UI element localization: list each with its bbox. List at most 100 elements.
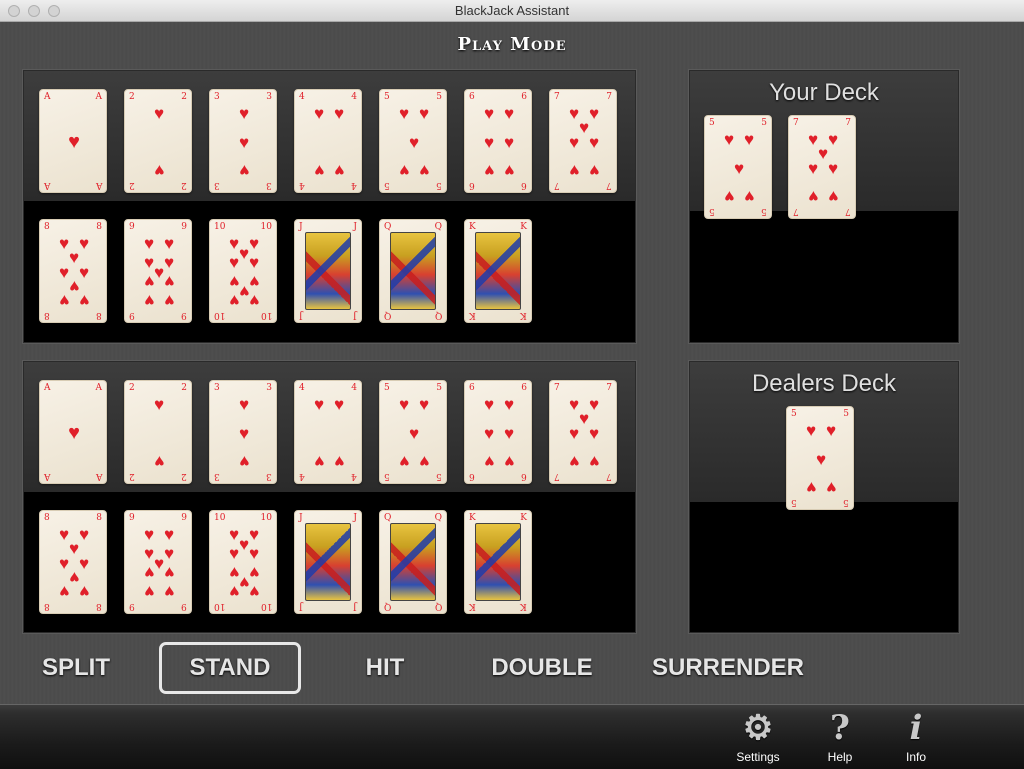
playing-card-2-of-hearts[interactable]: 2 2 2 2 ♥ ♥ [124, 89, 192, 193]
heart-pip-icon: ♥ [815, 449, 827, 469]
card-rank: 5 [436, 92, 442, 102]
split-button[interactable]: SPLIT [30, 642, 122, 694]
heart-pip-icon: ♥ [418, 161, 430, 181]
settings-button[interactable]: ⚙ Settings [731, 708, 785, 766]
card-rank: 3 [214, 180, 220, 190]
playing-card-8-of-hearts[interactable]: 8 8 8 8 ♥ ♥ ♥ ♥ ♥ ♥ ♥ ♥ [39, 219, 107, 323]
playing-card-6-of-hearts[interactable]: 6 6 6 6 ♥ ♥ ♥ ♥ ♥ ♥ [464, 380, 532, 484]
playing-card-9-of-hearts[interactable]: 9 9 9 9 ♥ ♥ ♥ ♥ ♥ ♥ ♥ ♥ ♥ [124, 510, 192, 614]
playing-card-q-of-hearts[interactable]: Q Q Q Q [379, 510, 447, 614]
playing-card-a-of-hearts[interactable]: A A A A ♥ [39, 89, 107, 193]
player-card-selector: A A A A ♥ 2 2 2 2 ♥ ♥ 3 3 3 3 ♥ ♥ ♥ 4 4 4 4 ♥ ♥ ♥ ♥ 5 5 5 5 ♥ ♥ ♥ ♥ ♥ 6 6 6 6 ♥… [23, 70, 636, 343]
heart-pip-icon: ♥ [568, 423, 580, 443]
heart-pip-icon: ♥ [503, 103, 515, 123]
heart-pip-icon: ♥ [588, 161, 600, 181]
card-rank: A [95, 92, 103, 102]
playing-card-2-of-hearts[interactable]: 2 2 2 2 ♥ ♥ [124, 380, 192, 484]
playing-card-8-of-hearts[interactable]: 8 8 8 8 ♥ ♥ ♥ ♥ ♥ ♥ ♥ ♥ [39, 510, 107, 614]
heart-pip-icon: ♥ [503, 161, 515, 181]
card-rank: A [44, 180, 51, 190]
playing-card-9-of-hearts[interactable]: 9 9 9 9 ♥ ♥ ♥ ♥ ♥ ♥ ♥ ♥ ♥ [124, 219, 192, 323]
playing-card-j-of-hearts[interactable]: J J J J [294, 219, 362, 323]
playing-card-3-of-hearts[interactable]: 3 3 3 3 ♥ ♥ ♥ [209, 89, 277, 193]
card-rank: Q [434, 222, 442, 232]
heart-pip-icon: ♥ [248, 291, 260, 311]
card-rank: K [469, 513, 476, 523]
card-rank: 3 [214, 383, 220, 393]
playing-card-k-of-hearts[interactable]: K K K K [464, 510, 532, 614]
face-card-art [305, 523, 351, 601]
playing-card-10-of-hearts[interactable]: 10 10 10 10 ♥ ♥ ♥ ♥ ♥ ♥ ♥ ♥ ♥ ♥ [209, 219, 277, 323]
heart-pip-icon: ♥ [588, 452, 600, 472]
playing-card-3-of-hearts[interactable]: 3 3 3 3 ♥ ♥ ♥ [209, 380, 277, 484]
help-button[interactable]: ? Help [813, 708, 867, 766]
playing-card-a-of-hearts[interactable]: A A A A ♥ [39, 380, 107, 484]
heart-pip-icon: ♥ [58, 582, 70, 602]
bottom-toolbar [0, 704, 1024, 769]
heart-pip-icon: ♥ [483, 394, 495, 414]
card-rank: 10 [214, 601, 226, 611]
playing-card-q-of-hearts[interactable]: Q Q Q Q [379, 219, 447, 323]
heart-pip-icon: ♥ [827, 187, 839, 207]
playing-card-5-of-hearts[interactable]: 5 5 5 5 ♥ ♥ ♥ ♥ ♥ [379, 380, 447, 484]
playing-card-10-of-hearts[interactable]: 10 10 10 10 ♥ ♥ ♥ ♥ ♥ ♥ ♥ ♥ ♥ ♥ [209, 510, 277, 614]
heart-pip-icon: ♥ [78, 582, 90, 602]
card-rank: 7 [554, 92, 560, 102]
card-rank: K [520, 222, 527, 232]
card-rank: 7 [606, 180, 612, 190]
card-rank: 6 [521, 383, 527, 393]
playing-card-5-of-hearts[interactable]: 5 5 5 5 ♥ ♥ ♥ ♥ ♥ [786, 406, 854, 510]
card-rank: 4 [299, 383, 305, 393]
card-rank: 10 [260, 222, 272, 232]
heart-pip-icon: ♥ [163, 563, 175, 583]
playing-card-k-of-hearts[interactable]: K K K K [464, 219, 532, 323]
card-rank: J [353, 222, 357, 232]
playing-card-7-of-hearts[interactable]: 7 7 7 7 ♥ ♥ ♥ ♥ ♥ ♥ ♥ [549, 380, 617, 484]
surrender-button[interactable]: SURRENDER [640, 642, 816, 694]
heart-pip-icon: ♥ [805, 420, 817, 440]
playing-card-7-of-hearts[interactable]: 7 7 7 7 ♥ ♥ ♥ ♥ ♥ ♥ ♥ [788, 115, 856, 219]
card-rank: 2 [129, 471, 135, 481]
your-deck-panel: Your Deck 5 5 5 5 ♥ ♥ ♥ ♥ ♥ 7 7 7 7 ♥ ♥ ♥ ♥ ♥ ♥ ♥ [689, 70, 959, 343]
info-icon: i [909, 708, 923, 748]
heart-pip-icon: ♥ [827, 158, 839, 178]
card-rank: 9 [129, 601, 135, 611]
face-card-art [475, 232, 521, 310]
heart-pip-icon: ♥ [825, 478, 837, 498]
playing-card-6-of-hearts[interactable]: 6 6 6 6 ♥ ♥ ♥ ♥ ♥ ♥ [464, 89, 532, 193]
heart-pip-icon: ♥ [313, 103, 325, 123]
hit-button[interactable]: HIT [345, 642, 425, 694]
playing-card-7-of-hearts[interactable]: 7 7 7 7 ♥ ♥ ♥ ♥ ♥ ♥ ♥ [549, 89, 617, 193]
playing-card-5-of-hearts[interactable]: 5 5 5 5 ♥ ♥ ♥ ♥ ♥ [704, 115, 772, 219]
heart-pip-icon: ♥ [153, 103, 165, 123]
heart-pip-icon: ♥ [807, 187, 819, 207]
card-rank: A [95, 180, 103, 190]
playing-card-5-of-hearts[interactable]: 5 5 5 5 ♥ ♥ ♥ ♥ ♥ [379, 89, 447, 193]
card-rank: J [353, 310, 357, 320]
card-rank: 10 [214, 222, 226, 232]
double-button[interactable]: DOUBLE [480, 642, 604, 694]
heart-pip-icon: ♥ [143, 291, 155, 311]
heart-pip-icon: ♥ [163, 582, 175, 602]
card-rank: 6 [521, 471, 527, 481]
face-card-art [305, 232, 351, 310]
info-label: Info [905, 750, 926, 764]
card-rank: 7 [606, 92, 612, 102]
stand-button[interactable]: STAND [159, 642, 301, 694]
info-button[interactable]: i Info [889, 708, 943, 766]
heart-pip-icon: ♥ [238, 452, 250, 472]
card-rank: 7 [554, 471, 560, 481]
playing-card-4-of-hearts[interactable]: 4 4 4 4 ♥ ♥ ♥ ♥ [294, 89, 362, 193]
heart-pip-icon: ♥ [78, 291, 90, 311]
heart-pip-icon: ♥ [743, 187, 755, 207]
card-rank: 8 [44, 601, 50, 611]
card-rank: 6 [521, 180, 527, 190]
playing-card-4-of-hearts[interactable]: 4 4 4 4 ♥ ♥ ♥ ♥ [294, 380, 362, 484]
card-rank: 6 [469, 471, 475, 481]
card-rank: 3 [214, 92, 220, 102]
heart-pip-icon: ♥ [568, 132, 580, 152]
heart-pip-icon: ♥ [153, 161, 165, 181]
heart-pip-icon: ♥ [503, 132, 515, 152]
playing-card-j-of-hearts[interactable]: J J J J [294, 510, 362, 614]
card-rank: 8 [96, 601, 102, 611]
